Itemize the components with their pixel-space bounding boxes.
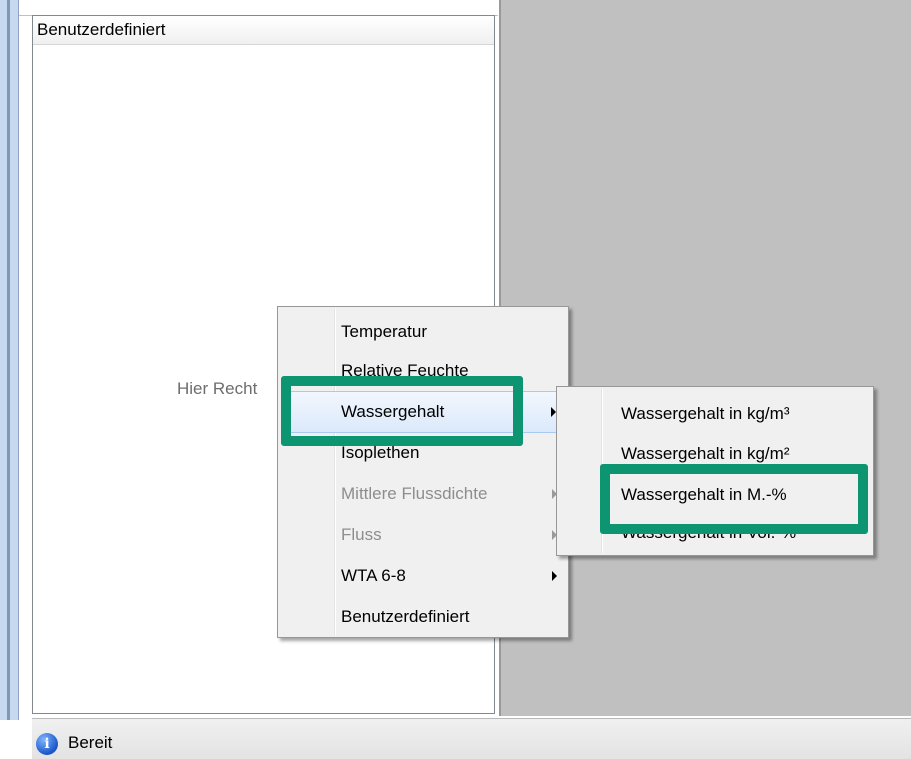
menu-item-label: WTA 6-8 [341, 566, 406, 585]
highlight-box-m-percent [600, 464, 868, 534]
menu-item-label: Benutzerdefiniert [341, 607, 470, 626]
window-frame-stripe [7, 0, 10, 720]
menu-item-fluss[interactable]: Fluss [282, 515, 562, 555]
submenu-item-label: Wassergehalt in kg/m³ [621, 404, 790, 423]
info-icon: i [36, 733, 58, 755]
panel-top-border [18, 0, 498, 16]
window-frame-left [0, 0, 19, 720]
panel-hint-text: Hier Recht [177, 379, 258, 398]
menu-item-label: Fluss [341, 525, 382, 544]
menu-item-temperatur[interactable]: Temperatur [282, 312, 562, 352]
context-menu: Temperatur Relative Feuchte Wassergehalt… [277, 306, 569, 638]
menu-item-label: Mittlere Flussdichte [341, 484, 488, 503]
status-text: Bereit [68, 733, 113, 752]
submenu-arrow-icon [552, 571, 557, 581]
panel-header: Benutzerdefiniert [33, 16, 494, 45]
status-bar: i Bereit [32, 718, 911, 759]
menu-item-wta-6-8[interactable]: WTA 6-8 [282, 556, 562, 596]
highlight-box-wassergehalt [281, 376, 523, 446]
menu-item-label: Temperatur [341, 322, 427, 341]
submenu-item-kg-m3[interactable]: Wassergehalt in kg/m³ [561, 394, 867, 434]
menu-item-benutzerdefiniert[interactable]: Benutzerdefiniert [282, 597, 562, 637]
menu-item-mittlere-flussdichte[interactable]: Mittlere Flussdichte [282, 474, 562, 514]
